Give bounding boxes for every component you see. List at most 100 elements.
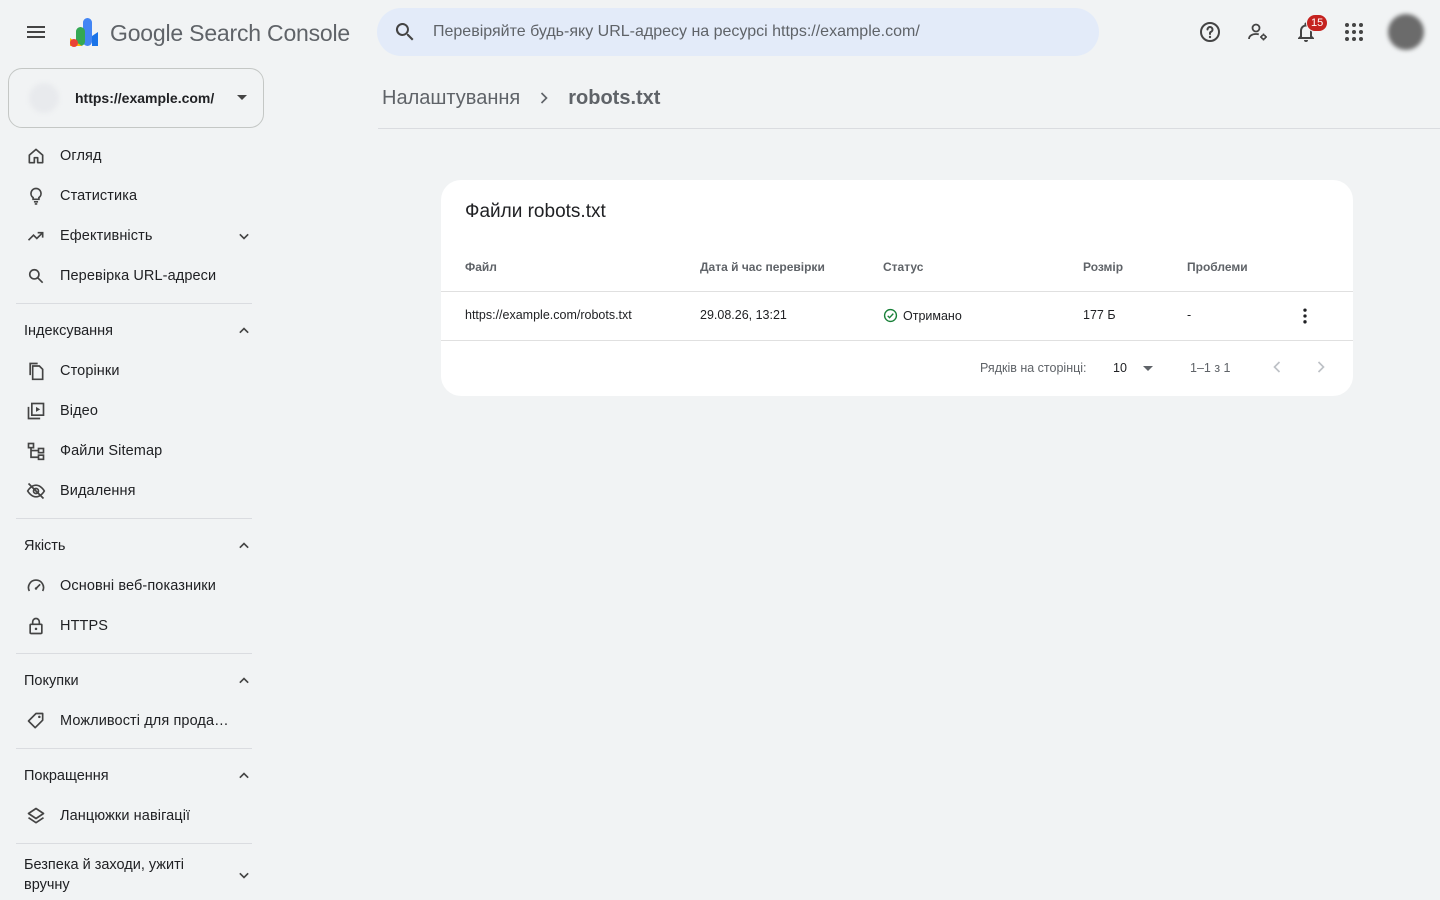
header-actions: 15 [1186,8,1440,56]
search-console-logo-icon [66,16,102,50]
sidebar-divider [16,518,252,519]
manage-account-icon [1248,23,1267,41]
help-icon [1200,22,1220,42]
breadcrumb: Налаштування robots.txt [382,84,660,112]
row-more-button[interactable] [1293,304,1317,328]
property-favicon [29,83,59,113]
section-indexing-toggle[interactable]: Індексування [0,311,268,351]
caret-down-icon [1142,365,1153,371]
sidebar-item-label: Ланцюжки навігації [60,808,191,824]
sidebar-item-breadcrumbs[interactable]: Ланцюжки навігації [0,796,268,836]
header-divider [378,128,1440,129]
hamburger-icon [27,26,45,38]
page-range: 1–1 з 1 [1190,361,1231,375]
chevron-down-icon [234,226,254,250]
sidebar-item-pages[interactable]: Сторінки [0,351,268,391]
product-name: Google Search Console [110,20,350,47]
sidebar-item-video[interactable]: Відео [0,391,268,431]
sidebar-item-label: Ефективність [60,228,153,244]
next-page-button[interactable] [1309,355,1333,379]
sidebar-divider [16,303,252,304]
chevron-left-icon [1273,361,1281,373]
speedometer-icon [24,574,48,598]
apps-grid-icon [1345,23,1363,41]
column-header-status: Статус [883,260,924,274]
breadcrumb-current: robots.txt [568,86,661,109]
table-row[interactable]: https://example.com/robots.txt 29.08.26,… [441,292,1353,341]
status-text: Отримано [903,308,962,323]
pages-icon [24,359,48,383]
sidebar-item-url-inspection[interactable]: Перевірка URL-адреси [0,256,268,296]
sidebar-item-label: Файли Sitemap [60,443,163,459]
google-wordmark: Google [110,19,183,46]
sidebar-item-label: Перевірка URL-адреси [60,268,217,284]
search-input[interactable] [433,23,1073,41]
section-title: Покращення [24,768,109,784]
trending-up-icon [24,224,48,248]
table-header: Файл Дата й час перевірки Статус Розмір … [441,260,1353,292]
column-header-checked: Дата й час перевірки [700,260,825,274]
robots-files-card: Файли robots.txt Файл Дата й час перевір… [441,180,1353,396]
google-apps-button[interactable] [1330,8,1378,56]
caret-down-icon [237,95,247,100]
sidebar-item-performance[interactable]: Ефективність [0,216,268,256]
notifications-button[interactable]: 15 [1282,8,1330,56]
sidebar-item-label: HTTPS [60,618,109,634]
section-title: Індексування [24,323,114,339]
property-selector[interactable]: https://example.com/ [8,68,264,128]
rows-per-page-select[interactable]: 10 [1113,355,1163,381]
top-app-bar: Google Search Console 15 [0,0,1440,64]
sitemap-icon [24,439,48,463]
main-menu-button[interactable] [16,12,56,52]
sidebar-item-insights[interactable]: Статистика [0,176,268,216]
column-header-size: Розмір [1083,260,1124,274]
sidebar-item-overview[interactable]: Огляд [0,136,268,176]
more-vert-icon [1303,308,1307,324]
prev-page-button[interactable] [1265,355,1289,379]
sidebar-item-label: Огляд [60,148,102,164]
sidebar-item-merchant-opportunities[interactable]: Можливості для прода… [0,701,268,741]
sidebar-item-label: Основні веб-показники [60,578,216,594]
cell-issues: - [1187,308,1192,322]
rows-per-page-label: Рядків на сторінці: [980,361,1087,375]
sidebar-item-core-web-vitals[interactable]: Основні веб-показники [0,566,268,606]
section-title: Покупки [24,673,79,689]
help-button[interactable] [1186,8,1234,56]
sidebar-item-label: Сторінки [60,363,120,379]
section-quality-toggle[interactable]: Якість [0,526,268,566]
chevron-right-icon [534,88,554,108]
lightbulb-icon [24,184,48,208]
cell-size: 177 Б [1083,308,1116,322]
section-security-toggle[interactable]: Безпека й заходи, ужиті вручну [0,851,268,899]
user-settings-button[interactable] [1234,8,1282,56]
cell-status: Отримано [883,308,962,323]
sidebar-item-label: Видалення [60,483,136,499]
chevron-up-icon [234,536,254,560]
lock-icon [24,614,48,638]
tag-icon [24,709,48,733]
card-title: Файли robots.txt [465,201,606,222]
visibility-off-icon [24,479,48,503]
section-shopping-toggle[interactable]: Покупки [0,661,268,701]
sidebar-item-https[interactable]: HTTPS [0,606,268,646]
search-icon[interactable] [377,8,433,56]
property-url: https://example.com/ [75,90,215,106]
product-logo[interactable]: Google Search Console [66,16,350,50]
column-header-issues: Проблеми [1187,260,1248,274]
sidebar-item-sitemaps[interactable]: Файли Sitemap [0,431,268,471]
account-avatar[interactable] [1388,14,1424,50]
cell-checked: 29.08.26, 13:21 [700,308,787,322]
section-title: Якість [24,538,66,554]
column-header-file: Файл [465,260,497,274]
chevron-down-icon [234,865,254,891]
sidebar-item-label: Можливості для прода… [60,713,229,729]
section-enhancements-toggle[interactable]: Покращення [0,756,268,796]
sidebar-item-label: Відео [60,403,98,419]
sidebar-item-removals[interactable]: Видалення [0,471,268,511]
breadcrumb-settings-link[interactable]: Налаштування [382,87,520,110]
video-library-icon [24,399,48,423]
notifications-badge: 15 [1306,14,1329,32]
home-icon [24,144,48,168]
url-inspection-search[interactable] [377,8,1099,56]
sidebar-nav: Огляд Статистика Ефективність Перевірка … [0,136,268,899]
